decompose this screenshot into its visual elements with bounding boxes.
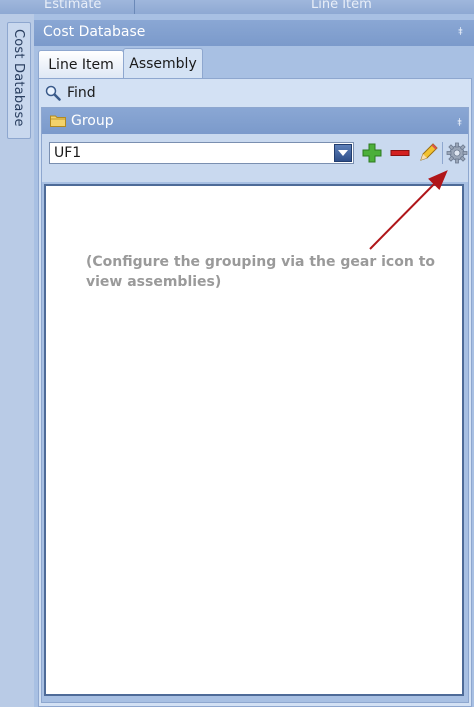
chevron-down-icon[interactable] (334, 144, 352, 162)
find-bar[interactable]: Find (45, 81, 465, 105)
side-tab-cost-database[interactable]: Cost Database (7, 22, 31, 139)
pin-icon[interactable]: ⯒ (457, 114, 462, 133)
group-select[interactable]: UF1 (49, 142, 354, 164)
pin-icon[interactable]: ⯒ (458, 26, 468, 38)
group-panel: Group ⯒ UF1 (Configure the grouping via … (41, 107, 469, 703)
tab-assembly[interactable]: Assembly (123, 48, 203, 79)
grouping-hint: (Configure the grouping via the gear ico… (86, 254, 436, 290)
assembly-list[interactable]: (Configure the grouping via the gear ico… (44, 184, 464, 696)
gear-icon[interactable] (445, 141, 469, 165)
top-column-bar: Estimate Line Item (0, 0, 474, 15)
tab-strip: Line Item Assembly (38, 48, 468, 80)
column-estimate[interactable]: Estimate (44, 0, 101, 12)
column-divider (134, 0, 135, 14)
group-title: Group (71, 113, 114, 129)
find-label: Find (67, 85, 96, 101)
group-header: Group ⯒ (42, 108, 468, 134)
side-tab-label: Cost Database (11, 29, 26, 127)
remove-icon[interactable] (388, 141, 412, 165)
folder-icon (50, 115, 66, 127)
group-select-value: UF1 (54, 145, 82, 161)
panel-header: Cost Database ⯒ (34, 20, 474, 46)
side-rail: Cost Database (0, 14, 35, 707)
group-toolbar: UF1 (42, 134, 468, 182)
tab-line-item[interactable]: Line Item (38, 50, 124, 78)
panel-title: Cost Database (43, 24, 146, 40)
cost-database-panel: Cost Database ⯒ Line Item Assembly Find … (34, 14, 474, 707)
toolbar-divider (442, 142, 443, 164)
magnifier-icon (45, 85, 61, 101)
tab-label: Assembly (129, 56, 197, 72)
column-line-item[interactable]: Line Item (311, 0, 372, 12)
tab-label: Line Item (48, 56, 114, 73)
edit-icon[interactable] (416, 141, 440, 165)
assembly-tab-body: Find Group ⯒ UF1 (Configure the grouping… (38, 78, 472, 707)
add-icon[interactable] (360, 141, 384, 165)
